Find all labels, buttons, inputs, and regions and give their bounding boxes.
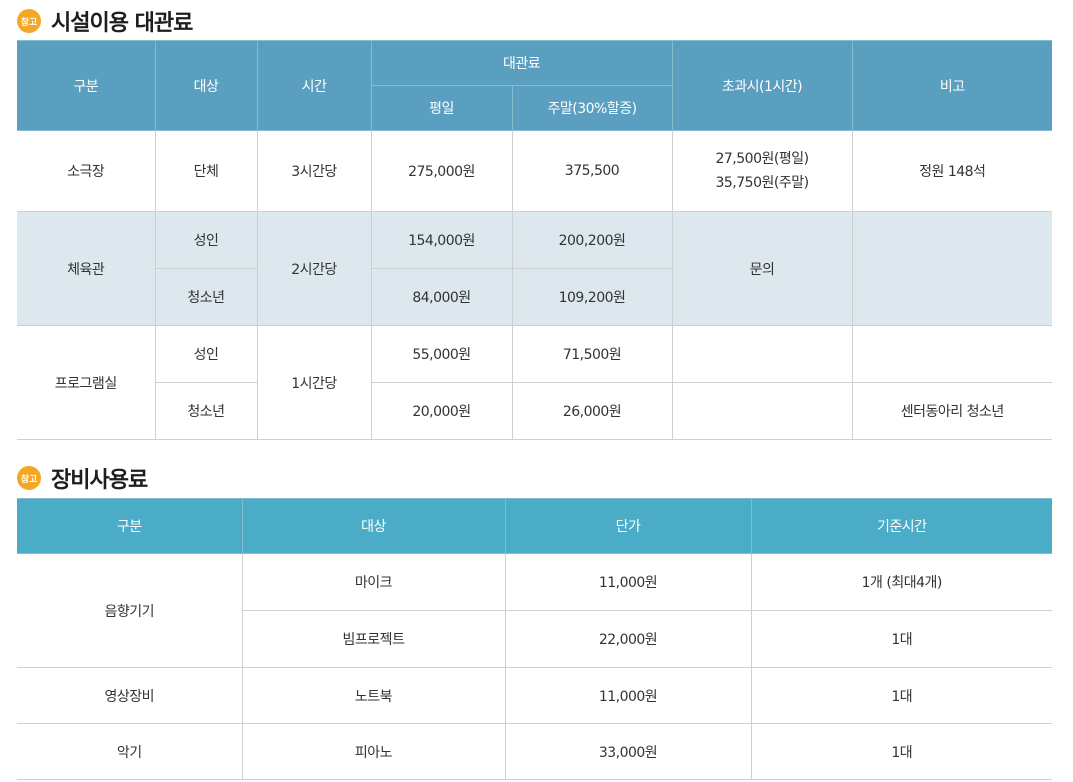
cell-price: 33,000원	[504, 723, 752, 780]
cell-target: 청소년	[155, 382, 258, 440]
cell-category: 체육관	[17, 211, 156, 326]
cell-note: 정원 148석	[851, 130, 1053, 212]
header-overtime: 초과시(1시간)	[671, 40, 853, 131]
cell-weekday-fee: 84,000원	[370, 268, 513, 326]
table-row: 음향기기 마이크 11,000원 1개 (최대4개)	[17, 553, 1052, 668]
facility-fee-table: 구분 대상 시간 대관료 초과시(1시간) 비고 평일 주말(30%할증) 소극…	[17, 40, 1053, 440]
cell-time: 3시간당	[256, 130, 372, 212]
equipment-fee-table: 구분 대상 단가 기준시간 음향기기 마이크 11,000원 1개 (최대4개)…	[17, 498, 1052, 780]
cell-category: 음향기기	[17, 553, 243, 668]
header-category: 구분	[17, 40, 156, 131]
cell-note	[851, 211, 1053, 326]
table-row-program-youth: 청소년 20,000원 26,000원 센터동아리 청소년	[17, 382, 1053, 440]
cell-overtime	[671, 382, 853, 440]
cell-target: 마이크	[241, 553, 506, 611]
cell-target: 단체	[154, 130, 258, 212]
equipment-section-title: 참고 장비사용료	[17, 465, 148, 493]
cell-target: 노트북	[241, 667, 506, 724]
cell-time: 2시간당	[256, 211, 372, 326]
cell-category: 영상장비	[17, 667, 243, 724]
cell-price: 22,000원	[504, 610, 752, 668]
facility-section-title: 참고 시설이용 대관료	[17, 8, 193, 36]
table-row-gym-adult: 체육관 성인 2시간당 154,000원 200,200원 문의	[17, 211, 1053, 326]
table-row-theater: 소극장 단체 3시간당 275,000원 375,500 27,500원(평일)…	[17, 130, 1053, 212]
header-target: 대상	[241, 498, 506, 554]
cell-category: 프로그램실	[17, 325, 156, 440]
cell-basis: 1개 (최대4개)	[750, 553, 1052, 611]
cell-note: 센터동아리 청소년	[851, 382, 1053, 440]
overtime-weekday: 27,500원(평일)	[715, 151, 809, 167]
cell-overtime	[671, 325, 853, 383]
table-row: 악기 피아노 33,000원 1대	[17, 723, 1052, 780]
cell-basis: 1대	[750, 667, 1052, 724]
cell-weekend-fee: 109,200원	[511, 268, 673, 326]
facility-title: 시설이용 대관료	[51, 11, 193, 36]
cell-category: 악기	[17, 723, 243, 780]
cell-note	[851, 325, 1053, 383]
cell-basis: 1대	[750, 610, 1052, 668]
cell-weekday-fee: 275,000원	[370, 130, 513, 212]
header-target: 대상	[154, 40, 258, 131]
cell-weekday-fee: 55,000원	[370, 325, 513, 383]
cell-weekend-fee: 26,000원	[511, 382, 673, 440]
header-price: 단가	[504, 498, 752, 554]
cell-overtime: 문의	[671, 211, 853, 326]
header-weekday: 평일	[371, 85, 513, 131]
cell-weekend-fee: 200,200원	[511, 211, 673, 269]
equipment-title: 장비사용료	[51, 468, 148, 493]
table-row-program-adult: 프로그램실 성인 1시간당 55,000원 71,500원	[17, 325, 1053, 440]
cell-target: 성인	[154, 211, 258, 269]
cell-weekend-fee: 71,500원	[511, 325, 673, 383]
header-basis: 기준시간	[750, 498, 1052, 554]
table-row: 영상장비 노트북 11,000원 1대	[17, 667, 1052, 724]
reference-badge-icon: 참고	[17, 9, 41, 33]
cell-target: 청소년	[155, 268, 258, 326]
cell-target: 피아노	[241, 723, 506, 780]
cell-target: 성인	[154, 325, 258, 383]
cell-category: 소극장	[17, 130, 156, 212]
cell-time: 1시간당	[256, 325, 372, 440]
header-weekend: 주말(30%할증)	[511, 85, 673, 131]
header-note: 비고	[851, 40, 1053, 131]
header-category: 구분	[17, 498, 243, 554]
cell-weekend-fee: 375,500	[511, 130, 673, 212]
overtime-weekend: 35,750원(주말)	[715, 175, 809, 191]
reference-badge-icon: 참고	[17, 466, 41, 490]
cell-overtime: 27,500원(평일) 35,750원(주말)	[671, 130, 853, 212]
cell-weekday-fee: 20,000원	[370, 382, 513, 440]
cell-basis: 1대	[750, 723, 1052, 780]
header-fee: 대관료	[370, 40, 673, 86]
cell-target: 빔프로젝트	[242, 610, 506, 668]
header-time: 시간	[256, 40, 372, 131]
cell-price: 11,000원	[504, 553, 752, 611]
cell-weekday-fee: 154,000원	[370, 211, 513, 269]
cell-price: 11,000원	[504, 667, 752, 724]
